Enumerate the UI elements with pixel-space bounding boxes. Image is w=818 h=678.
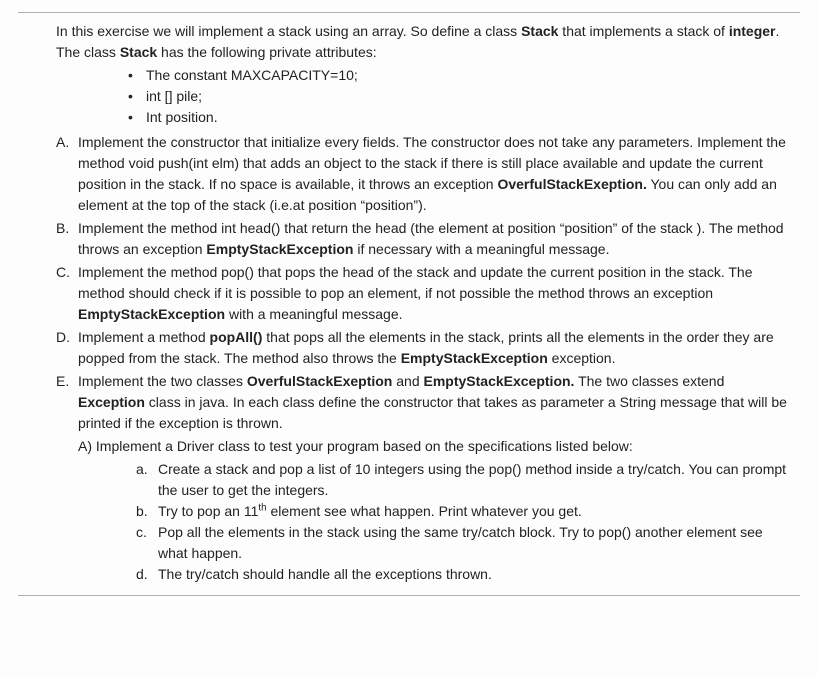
item-body: Implement the two classes OverfulStackEx… xyxy=(78,371,790,585)
bold-popall: popAll() xyxy=(210,329,263,345)
sub-letter: c. xyxy=(136,522,158,543)
sub-item-d: d. The try/catch should handle all the e… xyxy=(136,564,790,585)
item-letter: D. xyxy=(56,327,78,348)
attribute-bullet-list: • The constant MAXCAPACITY=10; • int [] … xyxy=(128,65,800,128)
sub-letter: b. xyxy=(136,501,158,522)
item-body: Implement the constructor that initializ… xyxy=(78,132,790,216)
item-letter: C. xyxy=(56,262,78,283)
sub-text: The try/catch should handle all the exce… xyxy=(158,564,790,585)
bullet-icon: • xyxy=(128,86,146,107)
bullet-icon: • xyxy=(128,107,146,128)
text: exception. xyxy=(548,350,616,366)
bold-emptystack: EmptyStackException xyxy=(206,241,353,257)
text: and xyxy=(392,373,423,389)
sub-b-pre: Try to pop an 11 xyxy=(158,503,258,519)
bold-emptystack: EmptyStackException xyxy=(78,306,225,322)
sub-item-b: b. Try to pop an 11th element see what h… xyxy=(136,501,790,522)
attr-text: Int position. xyxy=(146,107,218,128)
sub-ordered-list: a. Create a stack and pop a list of 10 i… xyxy=(136,459,790,585)
exercise-document: In this exercise we will implement a sta… xyxy=(18,12,800,596)
bold-overfulstack: OverfulStackExeption. xyxy=(497,176,646,192)
item-a: A. Implement the constructor that initia… xyxy=(56,132,790,216)
attr-item: • The constant MAXCAPACITY=10; xyxy=(128,65,800,86)
inner-a-line: A) Implement a Driver class to test your… xyxy=(78,436,790,457)
sub-letter: d. xyxy=(136,564,158,585)
item-c: C. Implement the method pop() that pops … xyxy=(56,262,790,325)
intro-paragraph: In this exercise we will implement a sta… xyxy=(56,21,790,63)
intro-text: has the following private attributes: xyxy=(157,44,376,60)
intro-text: In this exercise we will implement a sta… xyxy=(56,23,521,39)
item-body: Implement a method popAll() that pops al… xyxy=(78,327,790,369)
sub-item-a: a. Create a stack and pop a list of 10 i… xyxy=(136,459,790,501)
bold-exception: Exception xyxy=(78,394,145,410)
sub-text: Try to pop an 11th element see what happ… xyxy=(158,501,790,522)
item-body: Implement the method pop() that pops the… xyxy=(78,262,790,325)
intro-bold-integer: integer xyxy=(729,23,776,39)
text: class in java. In each class define the … xyxy=(78,394,787,431)
text: if necessary with a meaningful message. xyxy=(353,241,609,257)
attr-text: int [] pile; xyxy=(146,86,202,107)
sub-b-post: element see what happen. Print whatever … xyxy=(267,503,582,519)
bullet-icon: • xyxy=(128,65,146,86)
attr-item: • Int position. xyxy=(128,107,800,128)
bold-overfulstack: OverfulStackExeption xyxy=(247,373,393,389)
intro-text: that implements a stack of xyxy=(558,23,728,39)
item-b: B. Implement the method int head() that … xyxy=(56,218,790,260)
bold-emptystack: EmptyStackException. xyxy=(424,373,575,389)
text: Implement a method xyxy=(78,329,210,345)
item-body: Implement the method int head() that ret… xyxy=(78,218,790,260)
text: Implement the two classes xyxy=(78,373,247,389)
superscript-th: th xyxy=(258,502,266,513)
sub-text: Create a stack and pop a list of 10 inte… xyxy=(158,459,790,501)
text: The two classes extend xyxy=(574,373,724,389)
sub-letter: a. xyxy=(136,459,158,480)
item-letter: A. xyxy=(56,132,78,153)
item-e: E. Implement the two classes OverfulStac… xyxy=(56,371,790,585)
sub-item-c: c. Pop all the elements in the stack usi… xyxy=(136,522,790,564)
item-letter: B. xyxy=(56,218,78,239)
attr-text: The constant MAXCAPACITY=10; xyxy=(146,65,358,86)
text: Implement the method pop() that pops the… xyxy=(78,264,753,301)
text: with a meaningful message. xyxy=(225,306,402,322)
bold-emptystack: EmptyStackException xyxy=(401,350,548,366)
attr-item: • int [] pile; xyxy=(128,86,800,107)
intro-bold-stack2: Stack xyxy=(120,44,157,60)
item-letter: E. xyxy=(56,371,78,392)
intro-bold-stack: Stack xyxy=(521,23,558,39)
sub-text: Pop all the elements in the stack using … xyxy=(158,522,790,564)
main-ordered-list: A. Implement the constructor that initia… xyxy=(56,132,790,585)
item-d: D. Implement a method popAll() that pops… xyxy=(56,327,790,369)
